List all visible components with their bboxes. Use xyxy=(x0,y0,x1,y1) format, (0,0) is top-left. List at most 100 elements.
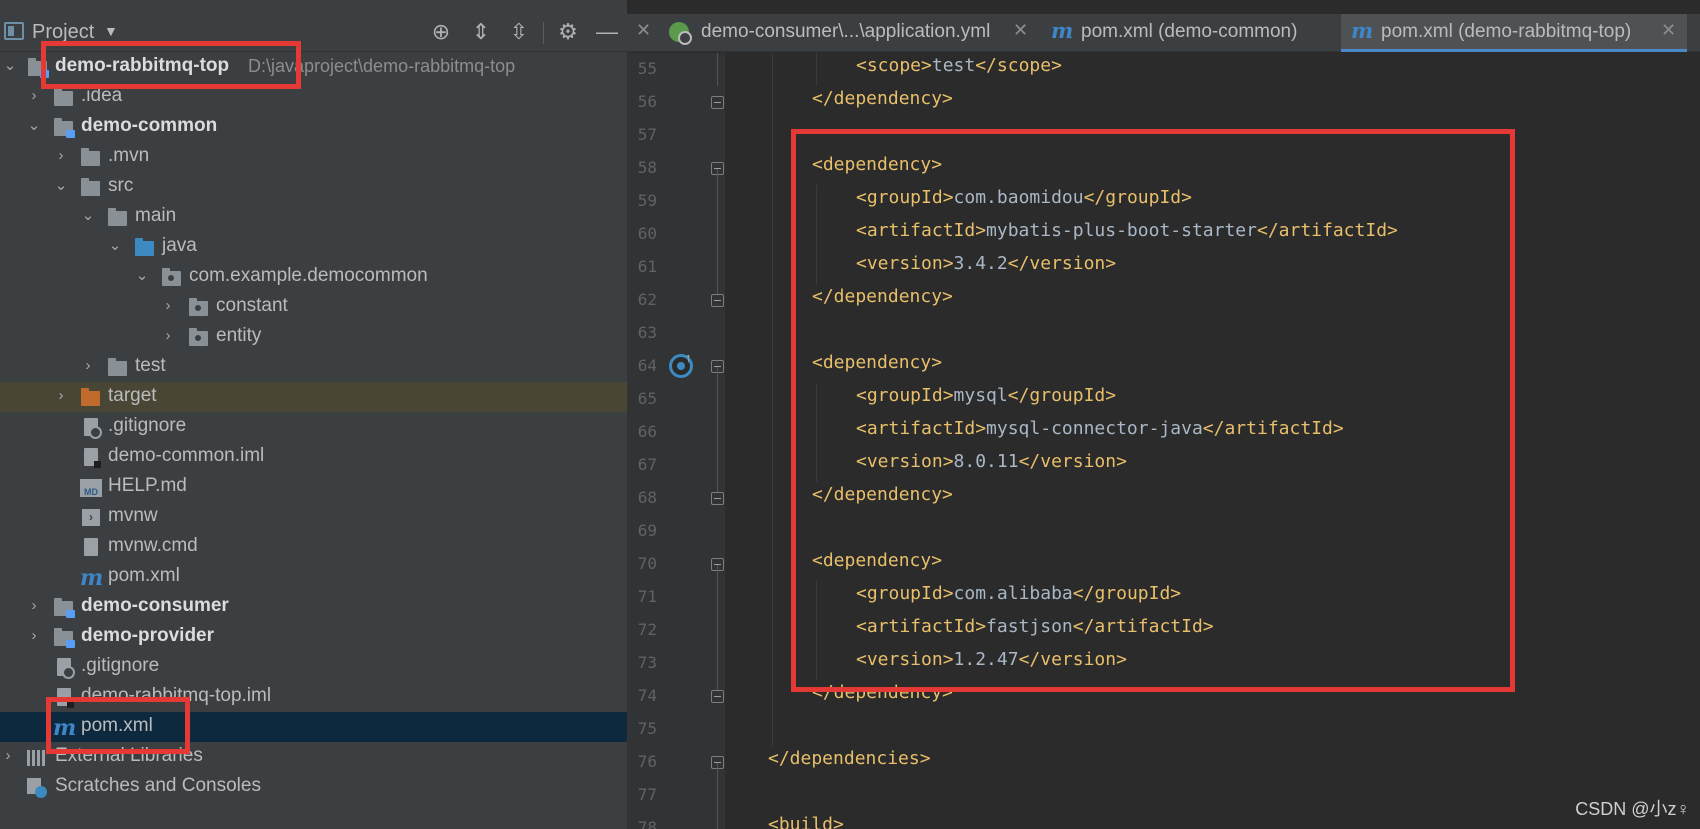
tree-item-package-democommon[interactable]: ⌄ com.example.democommon xyxy=(0,262,627,292)
project-header: Project ▼ ⊕ ⇕ ⇳ ⚙ — xyxy=(0,14,627,52)
gear-icon[interactable]: ⚙ xyxy=(555,19,581,45)
tree-item-constant[interactable]: › constant xyxy=(0,292,627,322)
tree-item-target[interactable]: › target xyxy=(0,382,627,412)
tab-application-yml[interactable]: demo-consumer\...\application.yml ✕ xyxy=(665,14,1039,52)
tree-item-demo-common-iml[interactable]: demo-common.iml xyxy=(0,442,627,472)
close-icon[interactable]: ✕ xyxy=(1013,20,1028,41)
folder-icon xyxy=(108,208,127,226)
fold-marker-icon[interactable] xyxy=(711,96,724,109)
chevron-right-icon[interactable]: › xyxy=(160,326,176,346)
chevron-down-icon[interactable]: ⌄ xyxy=(107,236,123,256)
chevron-right-icon[interactable]: › xyxy=(53,146,69,166)
xml-text: com.baomidou xyxy=(953,187,1084,208)
tree-item-entity[interactable]: › entity xyxy=(0,322,627,352)
fold-marker-icon[interactable] xyxy=(711,492,724,505)
tree-item-idea[interactable]: › .idea xyxy=(0,82,627,112)
code-line: <version>3.4.2</version> xyxy=(856,253,1116,274)
fold-guide xyxy=(717,564,718,690)
tree-item-label: demo-consumer xyxy=(81,595,229,616)
xml-close-tag: </artifactId> xyxy=(1256,220,1398,241)
tree-item-demo-common[interactable]: ⌄ demo-common xyxy=(0,112,627,142)
libraries-icon xyxy=(27,750,47,766)
tree-item-demo-rabbitmq-top[interactable]: ⌄ demo-rabbitmq-top D:\javaproject\demo-… xyxy=(0,52,627,82)
text-file-icon xyxy=(84,538,98,556)
tree-item-src[interactable]: ⌄ src xyxy=(0,172,627,202)
xml-text: 1.2.47 xyxy=(953,649,1019,670)
close-icon[interactable]: ✕ xyxy=(636,20,651,41)
code-editor[interactable]: 55 56 57 58 59 60 61 62 63 64 65 66 67 68 69 70 71 72 73 74… xyxy=(627,53,1700,829)
tree-item-test[interactable]: › test xyxy=(0,352,627,382)
iml-file-icon xyxy=(57,688,74,708)
line-number: 61 xyxy=(637,257,657,276)
shell-file-icon: › xyxy=(82,509,100,526)
tree-item-gitignore[interactable]: .gitignore xyxy=(0,412,627,442)
code-line: </dependencies> xyxy=(768,748,931,769)
tree-item-root-iml[interactable]: demo-rabbitmq-top.iml xyxy=(0,682,627,712)
line-number: 77 xyxy=(637,785,657,804)
chevron-down-icon[interactable]: ⌄ xyxy=(134,266,150,286)
tab-label: pom.xml (demo-common) xyxy=(1081,21,1298,42)
tree-item-help-md[interactable]: MD HELP.md xyxy=(0,472,627,502)
fold-marker-icon[interactable] xyxy=(711,690,724,703)
xml-text: test xyxy=(931,55,976,76)
tree-item-main[interactable]: ⌄ main xyxy=(0,202,627,232)
tree-item-demo-provider[interactable]: › demo-provider xyxy=(0,622,627,652)
code-line: <dependency> xyxy=(812,352,942,373)
tree-item-label: External Libraries xyxy=(55,745,203,766)
code-line: <artifactId>mybatis-plus-boot-starter</a… xyxy=(856,220,1398,241)
code-line: <version>8.0.11</version> xyxy=(856,451,1127,472)
chevron-right-icon[interactable]: › xyxy=(160,296,176,316)
tree-item-java[interactable]: ⌄ java xyxy=(0,232,627,262)
chevron-right-icon[interactable]: › xyxy=(26,86,42,106)
chevron-right-icon[interactable]: › xyxy=(80,356,96,376)
project-view-selector[interactable]: Project xyxy=(32,21,94,44)
xml-open-tag: <dependency> xyxy=(812,154,943,175)
tree-item-pom-common[interactable]: m pom.xml xyxy=(0,562,627,592)
tree-item-mvnw[interactable]: › mvnw xyxy=(0,502,627,532)
locate-icon[interactable]: ⊕ xyxy=(428,19,454,45)
chevron-right-icon[interactable]: › xyxy=(26,626,42,646)
xml-open-tag: <build> xyxy=(768,814,844,829)
folder-icon xyxy=(54,88,73,106)
expand-all-icon[interactable]: ⇕ xyxy=(468,19,494,45)
chevron-right-icon[interactable]: › xyxy=(26,596,42,616)
tree-item-external-libraries[interactable]: › External Libraries xyxy=(0,742,627,772)
chevron-down-icon[interactable]: ▼ xyxy=(104,23,118,39)
tree-item-label: constant xyxy=(216,295,288,316)
chevron-down-icon[interactable]: ⌄ xyxy=(26,116,42,136)
xml-open-tag: </dependencies> xyxy=(768,748,931,769)
arrow-up-icon: ↑ xyxy=(685,350,692,365)
code-line: <dependency> xyxy=(812,154,942,175)
xml-close-tag: </scope> xyxy=(975,55,1062,76)
tree-item-demo-consumer[interactable]: › demo-consumer xyxy=(0,592,627,622)
tree-item-root-gitignore[interactable]: .gitignore xyxy=(0,652,627,682)
line-number: 78 xyxy=(637,818,657,829)
xml-open-tag: <artifactId> xyxy=(856,616,987,637)
maven-icon: m xyxy=(1351,18,1374,43)
code-line: <artifactId>fastjson</artifactId> xyxy=(856,616,1214,637)
line-number: 76 xyxy=(637,752,657,771)
chevron-down-icon[interactable]: ⌄ xyxy=(2,56,18,76)
tree-item-mvnw-cmd[interactable]: mvnw.cmd xyxy=(0,532,627,562)
tree-item-label: pom.xml xyxy=(108,565,180,586)
xml-text: com.alibaba xyxy=(953,583,1073,604)
code-line: <version>1.2.47</version> xyxy=(856,649,1127,670)
minimize-icon[interactable]: — xyxy=(594,19,620,45)
tab-label: demo-consumer\...\application.yml xyxy=(701,21,991,42)
tab-pom-demo-rabbitmq-top[interactable]: m pom.xml (demo-rabbitmq-top) ✕ xyxy=(1341,14,1687,52)
xml-open-tag: <artifactId> xyxy=(856,220,987,241)
tree-item-label: pom.xml xyxy=(81,715,153,736)
line-number: 60 xyxy=(637,224,657,243)
tree-item-scratches[interactable]: Scratches and Consoles xyxy=(0,772,627,802)
close-icon[interactable]: ✕ xyxy=(1661,20,1676,41)
collapse-all-icon[interactable]: ⇳ xyxy=(506,19,532,45)
xml-open-tag: </dependency> xyxy=(812,682,953,703)
tab-pom-demo-common[interactable]: m pom.xml (demo-common) xyxy=(1045,14,1315,52)
chevron-right-icon[interactable]: › xyxy=(0,746,16,766)
chevron-right-icon[interactable]: › xyxy=(53,386,69,406)
tree-item-mvn[interactable]: › .mvn xyxy=(0,142,627,172)
chevron-down-icon[interactable]: ⌄ xyxy=(80,206,96,226)
chevron-down-icon[interactable]: ⌄ xyxy=(53,176,69,196)
tree-item-root-pom[interactable]: m pom.xml xyxy=(0,712,627,742)
fold-marker-icon[interactable] xyxy=(711,294,724,307)
